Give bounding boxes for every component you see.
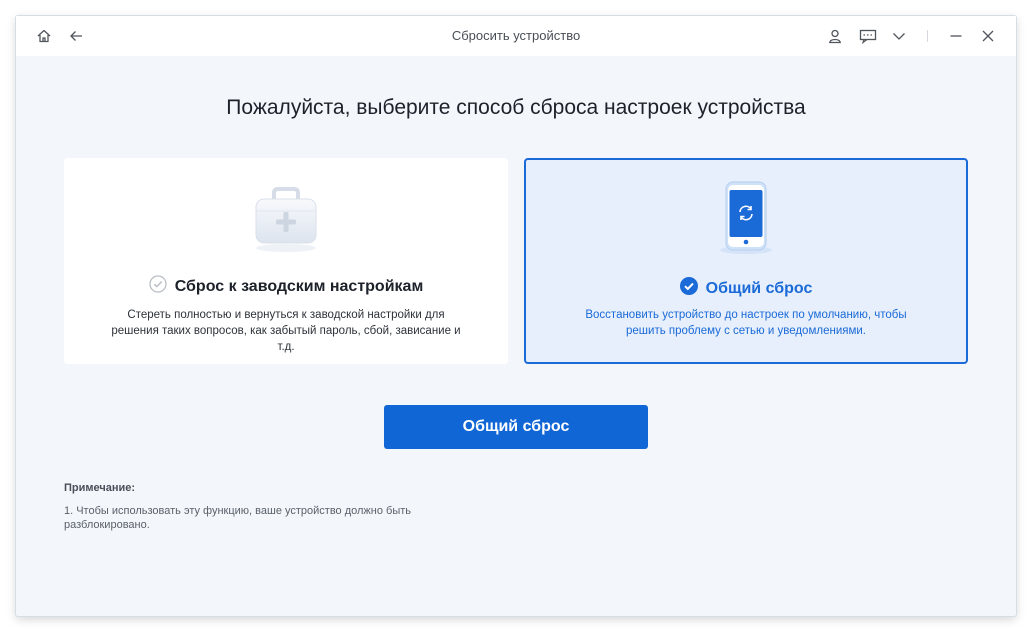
general-reset-title-row: Общий сброс bbox=[526, 277, 966, 300]
title-bar: Сбросить устройство bbox=[16, 16, 1016, 56]
note-title: Примечание: bbox=[64, 482, 136, 494]
unchecked-circle-icon bbox=[149, 275, 167, 298]
app-window: Сбросить устройство Пожалуйста, выберите… bbox=[16, 16, 1016, 616]
general-reset-description: Восстановить устройство до настроек по у… bbox=[585, 309, 907, 337]
factory-reset-description: Стереть полностью и вернуться к заводско… bbox=[111, 309, 461, 353]
minimize-icon[interactable] bbox=[944, 24, 968, 48]
factory-reset-option-card[interactable]: Сброс к заводским настройкам Стереть пол… bbox=[64, 158, 508, 364]
general-reset-button[interactable]: Общий сброс bbox=[384, 405, 648, 449]
feedback-icon[interactable] bbox=[856, 24, 880, 48]
chevron-down-icon[interactable] bbox=[887, 24, 911, 48]
note-text: 1. Чтобы использовать эту функцию, ваше … bbox=[64, 505, 412, 531]
toolbox-icon bbox=[64, 178, 508, 254]
phone-refresh-icon bbox=[526, 180, 966, 256]
titlebar-divider bbox=[927, 30, 928, 42]
factory-reset-title-row: Сброс к заводским настройкам bbox=[64, 275, 508, 298]
general-reset-option-card[interactable]: Общий сброс Восстановить устройство до н… bbox=[524, 158, 968, 364]
user-icon[interactable] bbox=[823, 24, 847, 48]
factory-reset-title: Сброс к заводским настройкам bbox=[174, 277, 424, 295]
close-icon[interactable] bbox=[976, 24, 1000, 48]
general-reset-title: Общий сброс bbox=[705, 279, 813, 297]
checked-circle-icon bbox=[679, 277, 698, 300]
page-heading: Пожалуйста, выберите способ сброса настр… bbox=[226, 96, 806, 119]
